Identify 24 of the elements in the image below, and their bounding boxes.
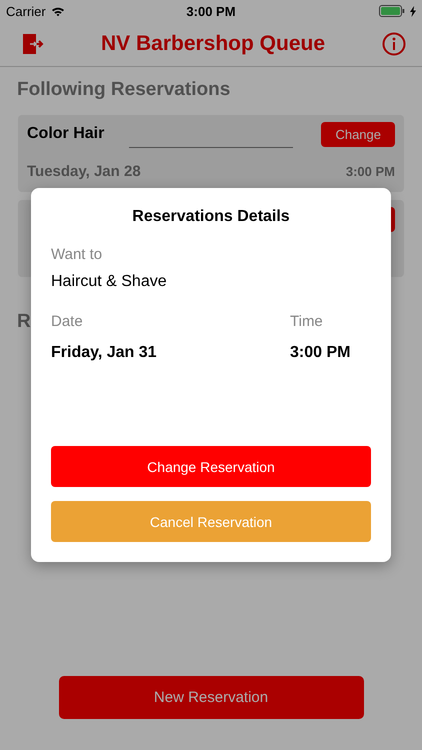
carrier-label: Carrier <box>6 4 46 18</box>
info-icon[interactable] <box>382 32 406 56</box>
exit-door-icon[interactable] <box>22 33 44 55</box>
field-label: Date <box>51 313 84 330</box>
field-label: Time <box>290 313 324 330</box>
field-label: Want to <box>51 246 104 263</box>
app-title: NV Barbershop Queue <box>100 32 326 56</box>
cancel-reservation-button[interactable]: Cancel Reservation <box>51 501 371 542</box>
section-heading: Following Reservations <box>17 79 232 101</box>
reservation-card[interactable]: Color Hair Change Tuesday, Jan 28 3:00 PM <box>18 115 404 192</box>
reservation-date: Tuesday, Jan 28 <box>27 162 141 180</box>
service-value: Haircut & Shave <box>51 273 168 291</box>
new-reservation-button[interactable]: New Reservation <box>58 676 364 719</box>
service-name: Color Hair <box>27 125 104 143</box>
change-reservation-button[interactable]: Change Reservation <box>51 446 371 487</box>
wifi-icon <box>50 6 65 16</box>
change-button[interactable]: Change <box>321 122 395 146</box>
reservation-time: 3:00 PM <box>346 164 395 178</box>
battery-icon <box>379 5 405 17</box>
dialog-title: Reservations Details <box>131 208 291 226</box>
clock-time: 3:00 PM <box>186 4 236 18</box>
section-heading: R <box>17 311 31 333</box>
time-value: 3:00 PM <box>290 344 352 362</box>
date-value: Friday, Jan 31 <box>51 344 158 362</box>
